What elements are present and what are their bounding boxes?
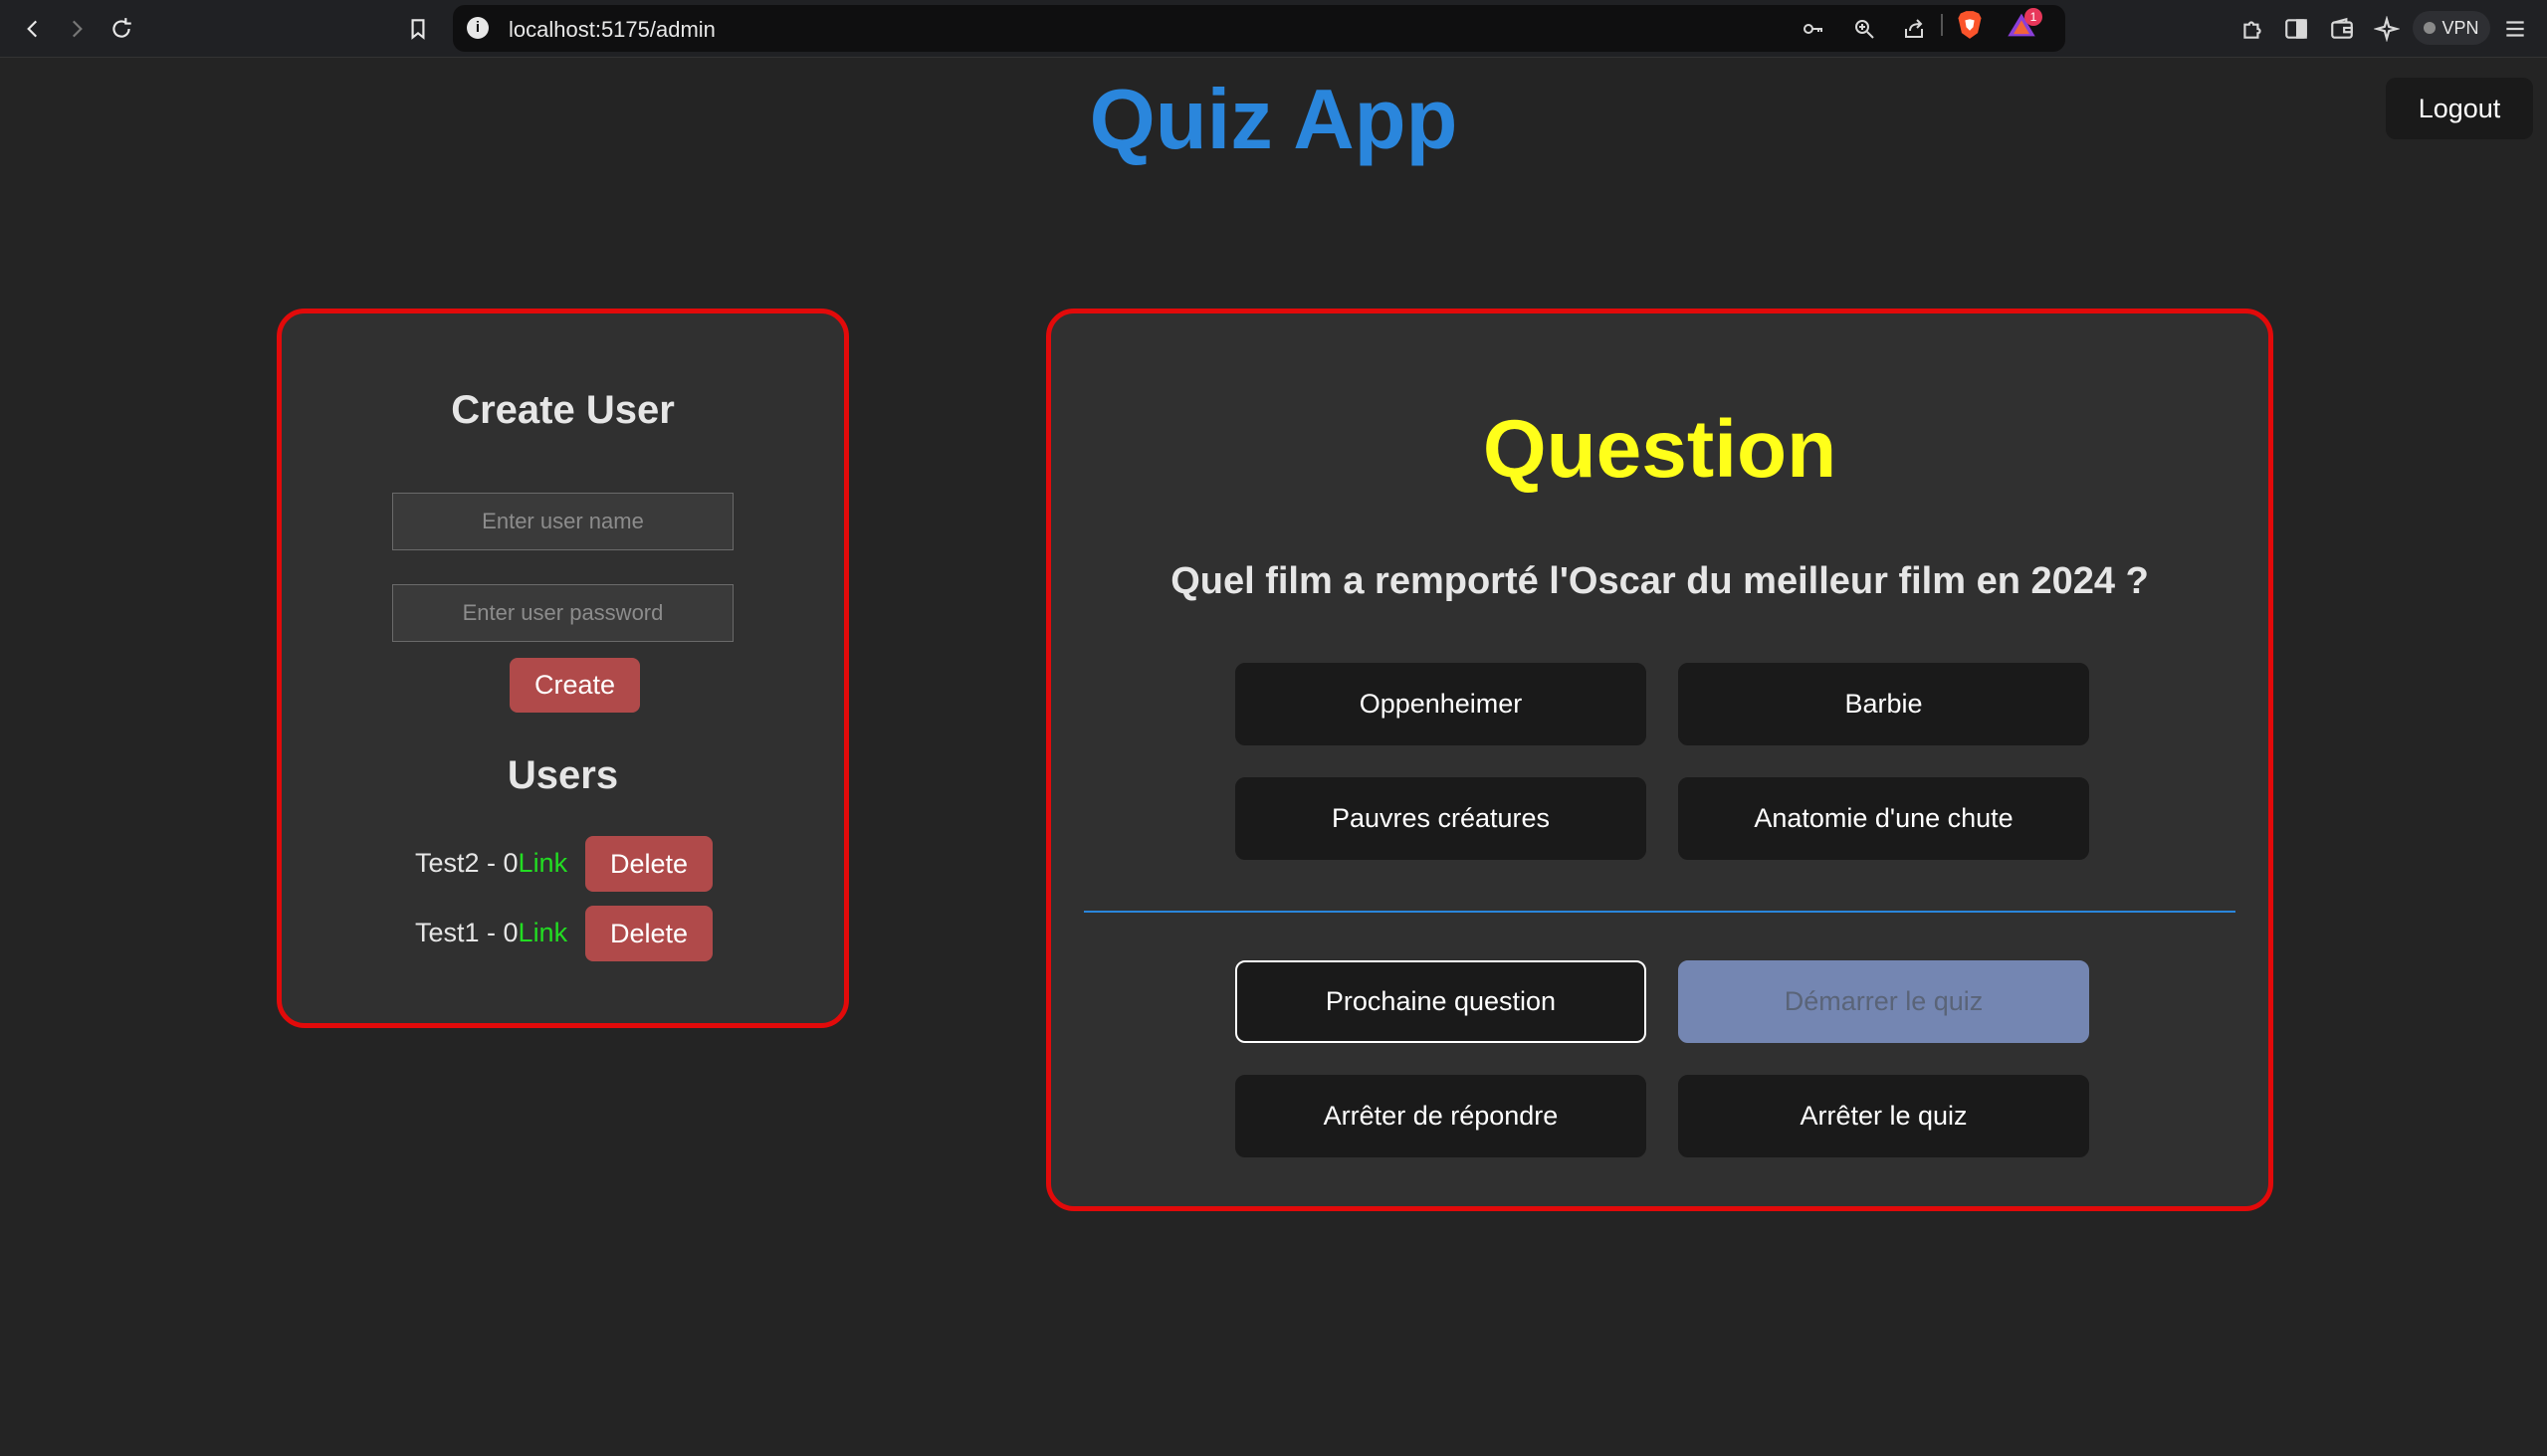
answer-button[interactable]: Oppenheimer [1235,663,1646,745]
forward-arrow-icon[interactable] [58,10,96,48]
leo-ai-icon[interactable] [2370,12,2404,46]
address-bar[interactable]: i localhost:5175/admin [453,5,2065,52]
stop-answering-button[interactable]: Arrêter de répondre [1235,1075,1646,1157]
question-text: Quel film a remporté l'Oscar du meilleur… [1170,560,2149,602]
user-management-panel: Create User Create Users Test2 - 0Link D… [277,309,849,1028]
user-row: Test1 - 0Link Delete [282,906,844,961]
question-heading: Question [1482,404,1837,495]
back-arrow-icon[interactable] [14,10,52,48]
key-icon[interactable] [1799,15,1828,43]
reload-icon[interactable] [103,10,140,48]
menu-icon[interactable] [2498,12,2532,46]
zoom-icon[interactable] [1849,15,1879,43]
rewards-badge: 1 [2024,8,2042,26]
next-question-button[interactable]: Prochaine question [1235,960,1646,1043]
answer-button[interactable]: Anatomie d'une chute [1678,777,2089,860]
vpn-label: VPN [2441,17,2479,38]
browser-toolbar: i localhost:5175/admin 1 VPN [0,0,2547,58]
site-info-icon[interactable]: i [467,17,489,39]
vpn-button[interactable]: VPN [2413,11,2490,45]
user-name: Test1 - 0 [415,918,519,947]
user-name: Test2 - 0 [415,848,519,878]
answer-button[interactable]: Barbie [1678,663,2089,745]
question-panel: Question Quel film a remporté l'Oscar du… [1046,309,2273,1211]
delete-user-button[interactable]: Delete [585,836,713,892]
wallet-icon[interactable] [2325,12,2359,46]
divider [1084,911,2235,913]
sidebar-icon[interactable] [2279,12,2313,46]
answer-button[interactable]: Pauvres créatures [1235,777,1646,860]
user-link[interactable]: Link [519,918,568,947]
brave-shields-icon[interactable] [1956,10,1984,40]
user-name-input[interactable] [392,493,734,550]
toolbar-divider [1941,14,1943,36]
url-text[interactable]: localhost:5175/admin [509,17,716,43]
user-row: Test2 - 0Link Delete [282,836,844,892]
share-icon[interactable] [1899,15,1929,43]
users-heading: Users [507,753,619,797]
delete-user-button[interactable]: Delete [585,906,713,961]
bookmark-icon[interactable] [399,10,437,48]
logout-button[interactable]: Logout [2386,78,2533,139]
stop-quiz-button[interactable]: Arrêter le quiz [1678,1075,2089,1157]
create-user-button[interactable]: Create [510,658,640,713]
user-password-input[interactable] [392,584,734,642]
app-title: Quiz App [1089,73,1458,167]
user-link[interactable]: Link [519,848,568,878]
extensions-icon[interactable] [2235,12,2269,46]
vpn-status-icon [2424,22,2437,34]
create-user-heading: Create User [451,388,675,432]
start-quiz-button[interactable]: Démarrer le quiz [1678,960,2089,1043]
